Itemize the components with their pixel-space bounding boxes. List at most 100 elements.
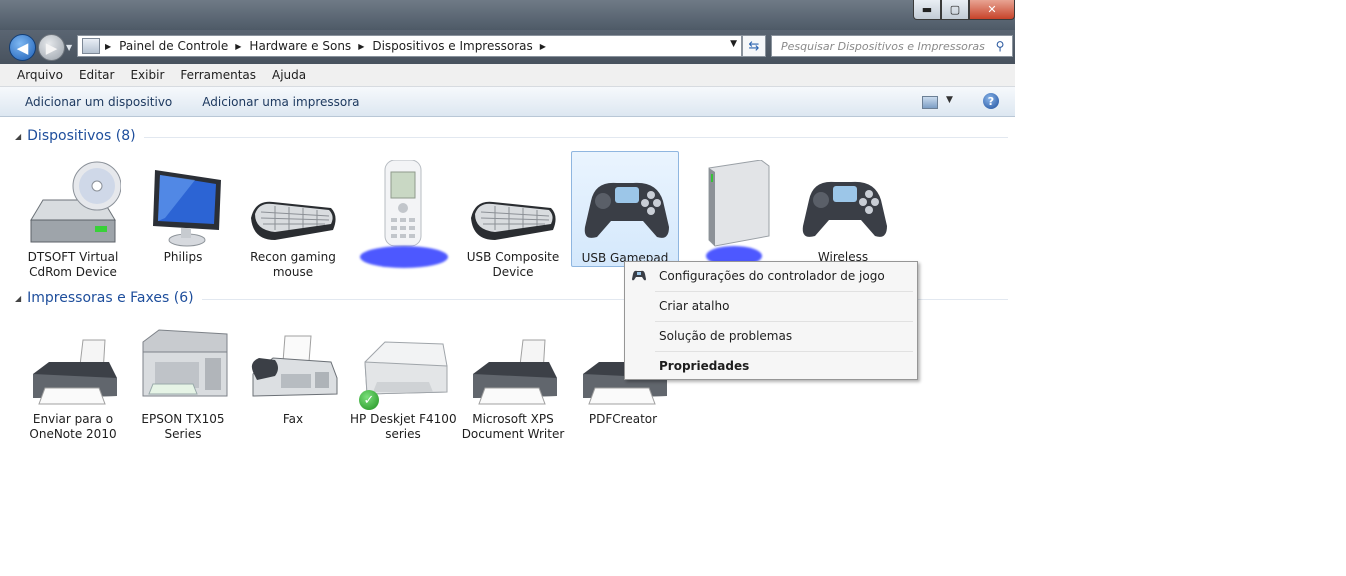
control-panel-icon xyxy=(82,38,100,54)
multifunction-printer-icon xyxy=(135,322,231,412)
printer-label-line2: Document Writer xyxy=(461,427,565,441)
context-menu-label: Configurações do controlador de jogo xyxy=(659,269,885,283)
printer-label: Microsoft XPS xyxy=(472,412,554,426)
gamepad-icon xyxy=(795,160,891,250)
close-button[interactable]: ✕ xyxy=(969,0,1015,20)
add-printer-button[interactable]: Adicionar uma impressora xyxy=(202,95,359,109)
device-tile[interactable] xyxy=(350,159,456,268)
printer-tile[interactable]: Microsoft XPS Document Writer xyxy=(460,322,566,442)
external-drive-icon xyxy=(685,159,781,250)
printers-group-title: Impressoras e Faxes (6) xyxy=(27,290,194,306)
printer-label-line2: Series xyxy=(164,427,202,441)
search-placeholder: Pesquisar Dispositivos e Impressoras xyxy=(781,39,985,53)
navigation-bar: ◀ ▶ ▼ ▶ Painel de Controle ▶ Hardware e … xyxy=(0,30,1015,64)
breadcrumb-hardware-sound[interactable]: Hardware e Sons xyxy=(249,39,351,53)
back-button[interactable]: ◀ xyxy=(9,34,36,61)
menu-separator xyxy=(655,321,913,322)
breadcrumb-separator-icon[interactable]: ▶ xyxy=(540,42,546,51)
fax-icon xyxy=(245,322,341,412)
breadcrumb-devices-printers[interactable]: Dispositivos e Impressoras xyxy=(372,39,532,53)
help-icon[interactable]: ? xyxy=(983,93,999,109)
context-menu-create-shortcut[interactable]: Criar atalho xyxy=(625,294,917,318)
inkjet-printer-icon: ✓ xyxy=(355,322,451,412)
device-tile[interactable]: Recon gaming mouse xyxy=(240,160,346,280)
device-tile[interactable]: USB Composite Device xyxy=(460,160,566,280)
mobile-phone-icon xyxy=(355,159,451,250)
device-tile-selected[interactable]: USB Gamepad xyxy=(571,151,679,267)
monitor-icon xyxy=(135,160,231,250)
printer-label-line2: OneNote 2010 xyxy=(29,427,117,441)
view-options-dropdown-icon[interactable]: ▼ xyxy=(946,95,953,105)
device-label: Recon gaming xyxy=(250,250,336,264)
back-arrow-icon: ◀ xyxy=(16,38,29,57)
window-controls: ▬ ▢ ✕ xyxy=(913,0,1015,20)
context-menu-troubleshoot[interactable]: Solução de problemas xyxy=(625,324,917,348)
printer-label: EPSON TX105 xyxy=(141,412,225,426)
breadcrumb-separator-icon[interactable]: ▶ xyxy=(235,42,241,51)
menu-separator xyxy=(655,291,913,292)
printer-label: Fax xyxy=(282,412,304,426)
keyboard-icon xyxy=(465,160,561,250)
device-label: DTSOFT Virtual xyxy=(27,250,119,264)
address-bar[interactable]: ▶ Painel de Controle ▶ Hardware e Sons ▶… xyxy=(77,35,742,57)
device-label-line2: CdRom Device xyxy=(29,265,117,279)
device-label: USB Composite xyxy=(466,250,560,264)
printer-tile[interactable]: ✓ HP Deskjet F4100 series xyxy=(350,322,457,442)
device-tile[interactable]: DTSOFT Virtual CdRom Device xyxy=(20,160,126,280)
menu-separator xyxy=(655,351,913,352)
collapse-triangle-icon[interactable]: ◢ xyxy=(15,132,21,141)
printer-icon xyxy=(465,322,561,412)
breadcrumb-separator-icon[interactable]: ▶ xyxy=(105,42,111,51)
context-menu-label: Criar atalho xyxy=(659,299,730,313)
printer-label: PDFCreator xyxy=(588,412,658,426)
command-bar: Adicionar um dispositivo Adicionar uma i… xyxy=(0,87,1015,117)
devices-group-title: Dispositivos (8) xyxy=(27,128,136,144)
change-view-icon[interactable] xyxy=(922,96,938,109)
menu-edit[interactable]: Editar xyxy=(71,68,123,82)
minimize-button[interactable]: ▬ xyxy=(913,0,941,20)
search-input[interactable]: Pesquisar Dispositivos e Impressoras ⚲ xyxy=(771,35,1013,57)
device-tile[interactable]: Philips xyxy=(130,160,236,265)
keyboard-icon xyxy=(245,160,341,250)
device-label-line2: Device xyxy=(492,265,534,279)
context-menu-properties[interactable]: Propriedades xyxy=(625,354,917,378)
refresh-icon: ⇆ xyxy=(748,38,760,54)
forward-button[interactable]: ▶ xyxy=(38,34,65,61)
devices-and-printers-window: ▬ ▢ ✕ ◀ ▶ ▼ ▶ Painel de Controle ▶ Hardw… xyxy=(0,0,1015,576)
collapse-triangle-icon[interactable]: ◢ xyxy=(15,294,21,303)
redacted-label xyxy=(360,246,448,268)
device-label-line2: mouse xyxy=(272,265,314,279)
menu-tools[interactable]: Ferramentas xyxy=(172,68,264,82)
printer-label: Enviar para o xyxy=(32,412,114,426)
devices-group-header[interactable]: ◢ Dispositivos (8) xyxy=(15,128,1008,144)
device-label: Philips xyxy=(163,250,203,264)
menu-file[interactable]: Arquivo xyxy=(0,68,71,82)
menu-help[interactable]: Ajuda xyxy=(264,68,314,82)
refresh-button[interactable]: ⇆ xyxy=(742,35,766,57)
group-divider xyxy=(143,136,1008,138)
device-tile[interactable]: Wireless xyxy=(790,160,896,265)
address-history-dropdown-icon[interactable]: ▼ xyxy=(730,39,737,49)
device-tile[interactable] xyxy=(680,159,786,266)
context-menu-game-controller-settings[interactable]: Configurações do controlador de jogo xyxy=(625,264,917,288)
recent-pages-dropdown[interactable]: ▼ xyxy=(66,43,72,52)
context-menu-label: Propriedades xyxy=(659,359,750,373)
printer-label: HP Deskjet F4100 xyxy=(350,412,457,426)
add-device-button[interactable]: Adicionar um dispositivo xyxy=(25,95,172,109)
printer-icon xyxy=(25,322,121,412)
menu-bar: Arquivo Editar Exibir Ferramentas Ajuda xyxy=(0,64,1015,87)
breadcrumb-control-panel[interactable]: Painel de Controle xyxy=(119,39,228,53)
printer-label-line2: series xyxy=(385,427,421,441)
maximize-button[interactable]: ▢ xyxy=(941,0,969,20)
printer-tile[interactable]: Enviar para o OneNote 2010 xyxy=(20,322,126,442)
printer-tile[interactable]: EPSON TX105 Series xyxy=(130,322,236,442)
menu-view[interactable]: Exibir xyxy=(122,68,172,82)
breadcrumb-separator-icon[interactable]: ▶ xyxy=(358,42,364,51)
printer-tile[interactable]: Fax xyxy=(240,322,346,427)
forward-arrow-icon: ▶ xyxy=(45,38,58,57)
search-icon[interactable]: ⚲ xyxy=(992,38,1008,54)
gamepad-icon xyxy=(577,161,673,251)
title-bar: ▬ ▢ ✕ xyxy=(0,0,1015,30)
context-menu: Configurações do controlador de jogo Cri… xyxy=(624,261,918,380)
gamepad-icon xyxy=(632,270,646,281)
